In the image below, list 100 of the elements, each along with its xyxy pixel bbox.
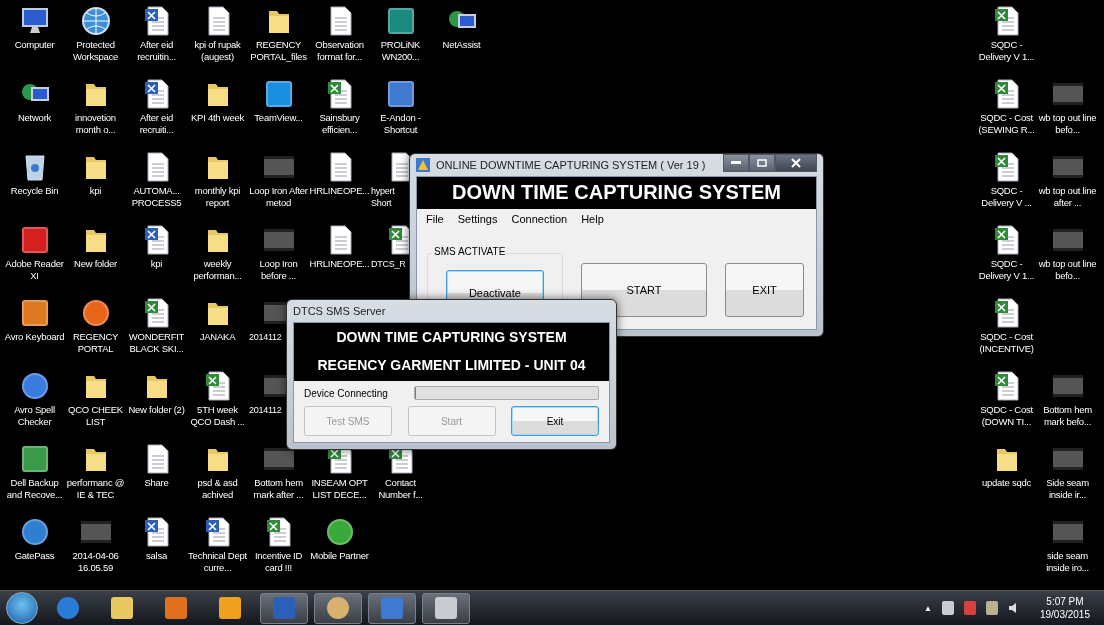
- group-label: SMS ACTIVATE: [432, 246, 508, 257]
- menu-item[interactable]: File: [421, 211, 449, 227]
- icon-label[interactable]: SQDC - Delivery V 1...: [976, 39, 1037, 63]
- icon-label[interactable]: Bottom hem mark after ...: [248, 477, 309, 501]
- video-thumbnail: [80, 521, 111, 543]
- start-button[interactable]: [6, 592, 38, 624]
- spreadsheet-icon: [993, 79, 1020, 109]
- icon-label[interactable]: Network: [17, 112, 52, 124]
- icon-label[interactable]: monthly kpi report: [187, 185, 248, 209]
- icon-label[interactable]: Mobile Partner: [310, 550, 369, 562]
- word-document-icon: [204, 517, 231, 547]
- icon-label[interactable]: REGENCY PORTAL: [65, 331, 126, 355]
- minimize-button[interactable]: [723, 154, 749, 172]
- window-title: ONLINE DOWNTIME CAPTURING SYSTEM ( Ver 19 ): [436, 159, 706, 171]
- icon-label[interactable]: 5TH week QCO Dash ...: [187, 404, 248, 428]
- icon-label[interactable]: After eid recruiti...: [126, 112, 187, 136]
- icon-label[interactable]: Loop Iron before ...: [248, 258, 309, 282]
- word-document-icon: [143, 225, 170, 255]
- app-icon: [416, 158, 430, 172]
- icon-label[interactable]: Loop Iron After metod: [248, 185, 309, 209]
- icon-label[interactable]: AUTOMA... PROCESS5: [126, 185, 187, 209]
- icon-label[interactable]: 2014112: [248, 404, 282, 416]
- icon-label[interactable]: SQDC - Delivery V ...: [976, 185, 1037, 209]
- icon-label[interactable]: Incentive ID card !!!: [248, 550, 309, 574]
- icon-label[interactable]: Sainsbury efficien...: [309, 112, 370, 136]
- icon-label[interactable]: SQDC - Cost (DOWN TI...: [976, 404, 1037, 428]
- icon-label[interactable]: After eid recruitin...: [126, 39, 187, 63]
- menu-item[interactable]: Settings: [452, 211, 503, 227]
- window-button[interactable]: START: [580, 263, 708, 317]
- icon-label[interactable]: kpi of rupak (augest): [187, 39, 248, 63]
- icon-label[interactable]: Protected Workspace: [65, 39, 126, 63]
- icon-label[interactable]: psd & asd achived: [187, 477, 248, 501]
- dialog-button[interactable]: Exit: [511, 406, 599, 436]
- icon-label[interactable]: wb top out line after ...: [1037, 185, 1098, 209]
- icon-label[interactable]: salsa: [146, 550, 167, 562]
- spreadsheet-icon: [993, 6, 1020, 36]
- icon-label[interactable]: WONDERFIT BLACK SKI...: [126, 331, 187, 355]
- icon-label[interactable]: QCO CHEEK LIST: [65, 404, 126, 428]
- maximize-button[interactable]: [749, 154, 775, 172]
- icon-label[interactable]: INSEAM OPT LIST DECE...: [309, 477, 370, 501]
- icon-label[interactable]: Recycle Bin: [10, 185, 59, 197]
- icon-label[interactable]: Dell Backup and Recove...: [4, 477, 65, 501]
- icon-label[interactable]: performanc @ IE & TEC: [65, 477, 126, 501]
- icon-label[interactable]: REGENCY PORTAL_files: [248, 39, 309, 63]
- device-icon[interactable]: [941, 601, 954, 615]
- icon-label[interactable]: GatePass: [14, 550, 55, 562]
- app-heading: DOWN TIME CAPTURING SYSTEM: [452, 181, 781, 204]
- icon-label[interactable]: kpi: [89, 185, 102, 197]
- icon-label[interactable]: Observation format for...: [309, 39, 370, 63]
- icon-label[interactable]: Technical Dept curre...: [187, 550, 248, 574]
- tray-arrow[interactable]: ▲: [924, 603, 932, 613]
- video-thumbnail: [1052, 448, 1083, 470]
- spreadsheet-icon: [993, 371, 1020, 401]
- icon-label[interactable]: E-Andon - Shortcut: [370, 112, 431, 136]
- icon-label[interactable]: wb top out line befo...: [1037, 112, 1098, 136]
- video-thumbnail: [263, 448, 294, 470]
- icon-label[interactable]: weekly performan...: [187, 258, 248, 282]
- icon-label[interactable]: 2014112: [248, 331, 282, 343]
- video-thumbnail: [1052, 375, 1083, 397]
- icon-label[interactable]: SQDC - Cost (SEWING R...: [976, 112, 1037, 136]
- icon-label[interactable]: SQDC - Cost (INCENTIVE): [976, 331, 1037, 355]
- icon-label[interactable]: DTCS_R: [370, 258, 406, 270]
- icon-label[interactable]: Share: [144, 477, 169, 489]
- clock[interactable]: 5:07 PM 19/03/2015: [1039, 595, 1090, 621]
- menu-item[interactable]: Help: [576, 211, 609, 227]
- icon-label[interactable]: TeamView...: [254, 112, 303, 124]
- spreadsheet-icon: [993, 152, 1020, 182]
- video-thumbnail: [1052, 229, 1083, 251]
- icon-label[interactable]: SQDC - Delivery V 1...: [976, 258, 1037, 282]
- icon-label[interactable]: New folder: [74, 258, 117, 270]
- icon-label[interactable]: Contact Number f...: [370, 477, 431, 501]
- icon-label[interactable]: wb top out line befo...: [1037, 258, 1098, 282]
- word-document-icon: [143, 79, 170, 109]
- menu-item[interactable]: Connection: [506, 211, 573, 227]
- icon-label[interactable]: New folder (2): [128, 404, 185, 416]
- icon-label[interactable]: JANAKA: [199, 331, 236, 343]
- icon-label[interactable]: PROLiNK WN200...: [370, 39, 431, 63]
- icon-label[interactable]: Avro Keyboard: [4, 331, 65, 343]
- icon-label[interactable]: HRLINEOPE...: [309, 185, 370, 197]
- icon-label[interactable]: KPI 4th week: [191, 112, 244, 124]
- taskbar-button[interactable]: [422, 592, 470, 624]
- close-button[interactable]: [775, 154, 817, 172]
- status-text: Device Connecting: [304, 387, 389, 399]
- icon-label[interactable]: Bottom hem mark befo...: [1037, 404, 1098, 428]
- icon-label[interactable]: hypert Short: [370, 185, 395, 209]
- icon-label[interactable]: Computer: [14, 39, 55, 51]
- icon-label[interactable]: Adobe Reader XI: [4, 258, 65, 282]
- icon-label[interactable]: 2014-04-06 16.05.59: [65, 550, 126, 574]
- icon-label[interactable]: side seam inside iro...: [1037, 550, 1098, 574]
- window-button[interactable]: EXIT: [725, 263, 804, 317]
- icon-label[interactable]: update sqdc: [982, 477, 1031, 489]
- icon-label[interactable]: Side seam inside ir...: [1037, 477, 1098, 501]
- taskbar-button[interactable]: [314, 592, 362, 624]
- icon-label[interactable]: kpi: [150, 258, 163, 270]
- icon-label[interactable]: Avro Spell Checker: [4, 404, 65, 428]
- spreadsheet-icon: [265, 517, 292, 547]
- icon-label[interactable]: HRLINEOPE...: [309, 258, 370, 270]
- icon-label[interactable]: innovetion month o...: [65, 112, 126, 136]
- clock-date: 19/03/2015: [1039, 608, 1090, 621]
- icon-label[interactable]: NetAssist: [442, 39, 481, 51]
